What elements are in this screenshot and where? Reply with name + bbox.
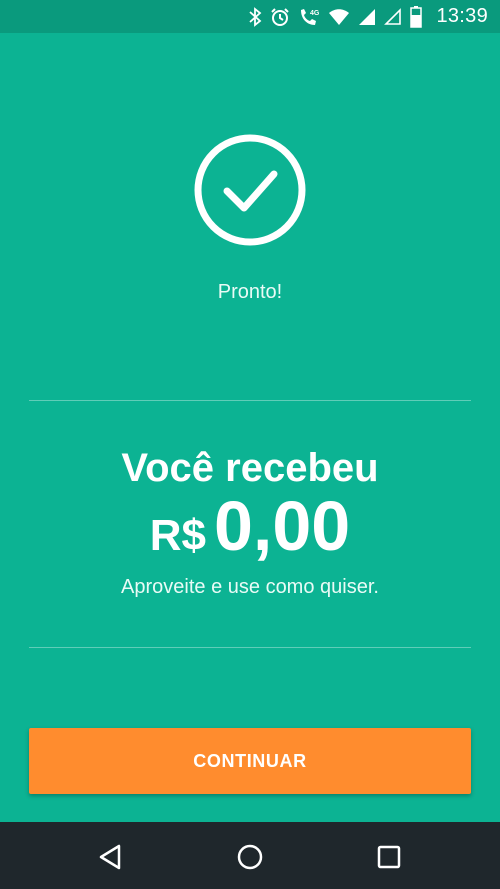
reward-amount-row: R$ 0,00: [0, 486, 500, 566]
network-type-label: 4G: [310, 10, 320, 17]
recents-button[interactable]: [369, 837, 409, 877]
currency-symbol: R$: [149, 511, 206, 560]
navigation-bar: [0, 822, 500, 889]
reward-amount: 0,00: [214, 487, 351, 565]
battery-icon: [410, 5, 423, 28]
recents-icon: [369, 837, 409, 877]
wifi-icon: [328, 8, 350, 26]
continue-button[interactable]: CONTINUAR: [29, 728, 471, 794]
status-icons: 4G: [248, 5, 423, 28]
4g-call-icon: 4G: [298, 7, 320, 27]
success-message: Pronto!: [217, 281, 283, 303]
divider-bottom: [29, 647, 471, 648]
home-icon: [230, 837, 270, 877]
signal-icon: [358, 8, 376, 26]
check-circle-icon: [194, 134, 306, 246]
status-time: 13:39: [436, 5, 488, 27]
back-icon: [91, 837, 131, 877]
divider-top: [29, 400, 471, 401]
bluetooth-icon: [248, 6, 262, 27]
back-button[interactable]: [91, 837, 131, 877]
home-button[interactable]: [230, 837, 270, 877]
status-bar: 4G 13:39: [0, 0, 500, 33]
alarm-icon: [270, 7, 290, 27]
reward-subtext: Aproveite e use como quiser.: [121, 576, 379, 598]
signal-empty-icon: [384, 7, 402, 26]
